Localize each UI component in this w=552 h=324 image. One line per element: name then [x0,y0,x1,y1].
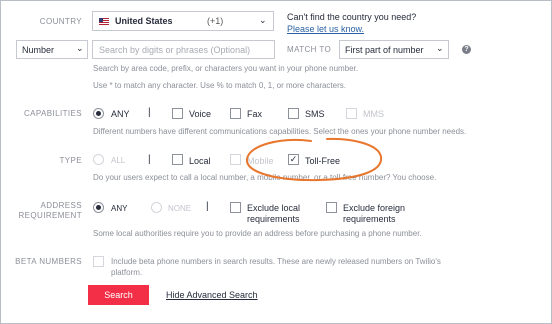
exclude-local-checkbox[interactable] [230,202,241,213]
capability-mms-checkbox[interactable] [346,108,357,119]
chevron-down-icon: ⌄ [76,43,84,53]
exclude-local-label-line2: requirements [247,214,300,224]
beta-numbers-text-line2: platform. [111,268,143,277]
search-input[interactable]: Search by digits or phrases (Optional) [92,40,275,59]
us-flag-icon [99,18,109,25]
type-all-label: ALL [111,156,126,165]
type-label: TYPE [59,156,82,165]
capabilities-label: CAPABILITIES [23,109,82,118]
address-none-radio[interactable] [151,202,162,213]
exclude-foreign-label-line2: requirements [343,214,396,224]
country-label: COUNTRY [39,17,82,26]
country-select[interactable]: United States (+1) ⌄ [92,11,274,31]
capability-sms-checkbox[interactable] [288,108,299,119]
address-any-label: ANY [111,204,128,213]
capability-voice-checkbox[interactable] [172,108,183,119]
separator: | [148,154,151,165]
exclude-foreign-checkbox[interactable] [326,202,337,213]
beta-numbers-text-line1: Include beta phone numbers in search res… [111,257,441,266]
match-to-label: MATCH TO [287,45,332,54]
separator: | [206,201,209,212]
type-local-checkbox[interactable] [172,154,183,165]
help-circle-icon[interactable]: ? [462,45,471,54]
capability-fax-label: Fax [247,109,263,119]
capability-fax-checkbox[interactable] [230,108,241,119]
country-code: (+1) [207,16,224,26]
search-placeholder: Search by digits or phrases (Optional) [99,45,251,55]
chevron-down-icon: ⌄ [436,43,444,53]
search-help-line2: Use * to match any character. Use % to m… [93,81,346,90]
exclude-foreign-label-line1: Exclude foreign [343,203,406,213]
beta-numbers-label: BETA NUMBERS [15,257,82,266]
address-label-line1: ADDRESS [40,201,82,210]
hide-advanced-search-link[interactable]: Hide Advanced Search [166,290,258,300]
address-any-radio[interactable] [93,202,104,213]
capability-voice-label: Voice [189,109,212,119]
type-mobile-checkbox[interactable] [230,154,241,165]
separator: | [148,107,151,118]
capabilities-any-label: ANY [111,109,130,119]
let-us-know-link[interactable]: Please let us know. [287,24,364,34]
exclude-local-label-line1: Exclude local [247,203,301,213]
search-type-value: Number [22,45,55,55]
capability-mms-label: MMS [363,109,384,119]
country-help-text: Can't find the country you need? [287,12,417,22]
address-none-label: NONE [168,204,192,213]
beta-numbers-checkbox[interactable] [93,256,104,267]
match-to-value: First part of number [345,45,424,55]
advanced-search-panel: COUNTRY United States (+1) ⌄ Can't find … [0,0,552,324]
search-help-line1: Search by area code, prefix, or characte… [93,64,359,73]
search-type-select[interactable]: Number ⌄ [16,40,88,59]
type-local-label: Local [189,156,211,166]
capabilities-any-radio[interactable] [93,108,104,119]
address-help: Some local authorities require you to pr… [93,229,422,238]
search-button[interactable]: Search [88,285,149,305]
annotation-circle [246,137,383,182]
match-to-select[interactable]: First part of number ⌄ [339,40,449,59]
address-label-line2: REQUIREMENT [18,211,82,220]
country-selected-value: United States [115,16,173,26]
capability-sms-label: SMS [305,109,325,119]
type-all-radio[interactable] [93,154,104,165]
chevron-down-icon: ⌄ [259,15,267,25]
